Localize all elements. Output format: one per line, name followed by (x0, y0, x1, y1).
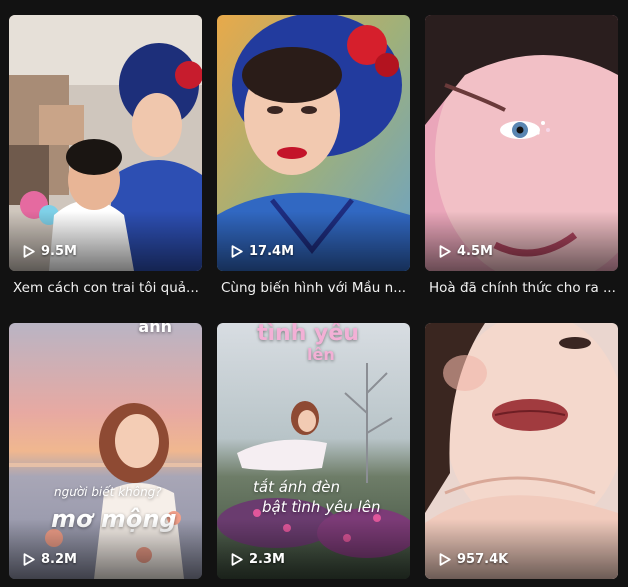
overlay-caption-question: người biết không? (54, 485, 162, 499)
overlay-caption-top: anh (138, 323, 172, 336)
view-count-label: 4.5M (457, 244, 493, 259)
video-card[interactable]: tình yêu lên tắt ánh đèn bật tình yêu lê… (217, 323, 410, 579)
video-grid: 9.5M Xem cách con trai tôi quả... 17.4M … (0, 0, 628, 587)
overlay-caption-line2: bật tình yêu lên (262, 498, 381, 516)
view-count: 957.4K (439, 552, 508, 567)
overlay-caption-title-bottom: lên (307, 345, 335, 364)
play-outline-icon (23, 245, 35, 258)
view-count: 17.4M (231, 244, 294, 259)
video-thumbnail[interactable]: 9.5M (9, 15, 202, 271)
play-outline-icon (231, 245, 243, 258)
video-card[interactable]: 17.4M Cùng biến hình với Mầu n... (217, 15, 410, 296)
video-card[interactable]: 957.4K (425, 323, 618, 579)
view-count: 8.2M (23, 552, 77, 567)
video-thumbnail[interactable]: 4.5M (425, 15, 618, 271)
play-outline-icon (439, 245, 451, 258)
view-count-label: 8.2M (41, 552, 77, 567)
play-outline-icon (23, 553, 35, 566)
play-outline-icon (231, 553, 243, 566)
video-card[interactable]: anh người biết không? mơ mộng 8.2M (9, 323, 202, 579)
video-caption[interactable]: Hoà đã chính thức cho ra ... (425, 280, 618, 296)
video-thumbnail[interactable]: 957.4K (425, 323, 618, 579)
view-count-label: 9.5M (41, 244, 77, 259)
view-count: 9.5M (23, 244, 77, 259)
video-card[interactable]: 4.5M Hoà đã chính thức cho ra ... (425, 15, 618, 296)
video-card[interactable]: 9.5M Xem cách con trai tôi quả... (9, 15, 202, 296)
overlay-caption-line1: tắt ánh đèn (253, 478, 340, 496)
video-thumbnail[interactable]: tình yêu lên tắt ánh đèn bật tình yêu lê… (217, 323, 410, 579)
overlay-caption-title: tình yêu (257, 323, 359, 346)
view-count-label: 2.3M (249, 552, 285, 567)
video-thumbnail[interactable]: anh người biết không? mơ mộng 8.2M (9, 323, 202, 579)
video-thumbnail[interactable]: 17.4M (217, 15, 410, 271)
play-outline-icon (439, 553, 451, 566)
view-count: 2.3M (231, 552, 285, 567)
view-count: 4.5M (439, 244, 493, 259)
video-caption[interactable]: Xem cách con trai tôi quả... (9, 280, 202, 296)
view-count-label: 17.4M (249, 244, 295, 259)
view-count-label: 957.4K (457, 552, 509, 567)
video-caption[interactable]: Cùng biến hình với Mầu n... (217, 280, 410, 296)
